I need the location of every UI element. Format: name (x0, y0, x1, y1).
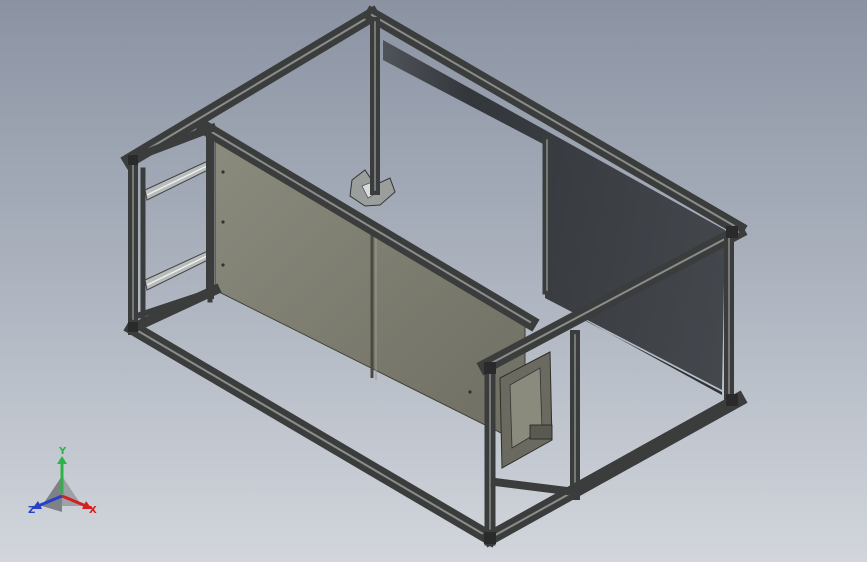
z-axis-label: Z (28, 505, 36, 516)
x-axis-label: X (89, 505, 97, 516)
cad-graphics-viewport[interactable]: Y Z X (0, 0, 867, 562)
view-orientation-triad[interactable]: Y Z X (22, 444, 112, 530)
y-axis-label: Y (59, 446, 67, 457)
aluminum-frame-enclosure-model[interactable] (0, 0, 867, 562)
left-slide-rails (144, 159, 213, 291)
